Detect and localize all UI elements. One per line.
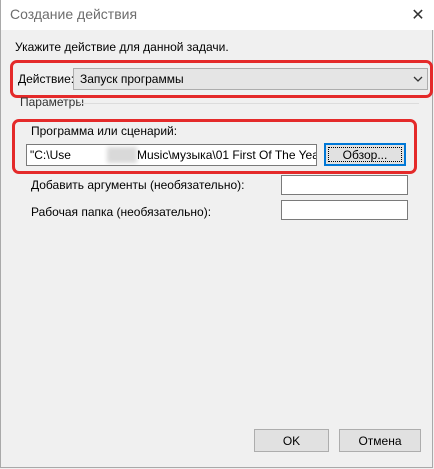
parameters-group-label: Параметры: [20, 95, 84, 109]
workdir-label: Рабочая папка (необязательно):: [31, 205, 212, 219]
action-label: Действие:: [18, 72, 75, 86]
program-label: Программа или сценарий:: [31, 124, 178, 138]
program-input[interactable]: "C:\Use Music\музыка\01 First Of The Yea…: [26, 144, 317, 166]
cancel-button[interactable]: Отмена: [339, 429, 421, 452]
cancel-button-label: Отмена: [358, 433, 402, 448]
close-icon: ✕: [411, 7, 425, 24]
chevron-down-icon: [413, 76, 423, 82]
group-divider: [79, 103, 419, 104]
ok-button-label: OK: [282, 433, 301, 448]
title-bar: Создание действия ✕: [1, 0, 434, 30]
ok-button[interactable]: OK: [254, 429, 329, 452]
browse-button[interactable]: Обзор...: [324, 143, 406, 166]
workdir-input[interactable]: [281, 200, 408, 220]
redacted-text: [107, 147, 137, 163]
arguments-label: Добавить аргументы (необязательно):: [31, 178, 245, 192]
browse-button-label: Обзор...: [342, 147, 388, 162]
window-title: Создание действия: [10, 6, 138, 22]
instruction-text: Укажите действие для данной задачи.: [15, 40, 229, 54]
program-input-value-end: Music\музыка\01 First Of The Year (Equin: [137, 148, 316, 162]
action-select-value: Запуск программы: [80, 72, 184, 86]
close-button[interactable]: ✕: [401, 0, 434, 30]
action-select[interactable]: Запуск программы: [73, 68, 428, 90]
arguments-input[interactable]: [281, 175, 408, 195]
dialog-window: Создание действия ✕ Укажите действие для…: [0, 0, 434, 468]
program-input-value-start: "C:\Use: [30, 148, 71, 162]
